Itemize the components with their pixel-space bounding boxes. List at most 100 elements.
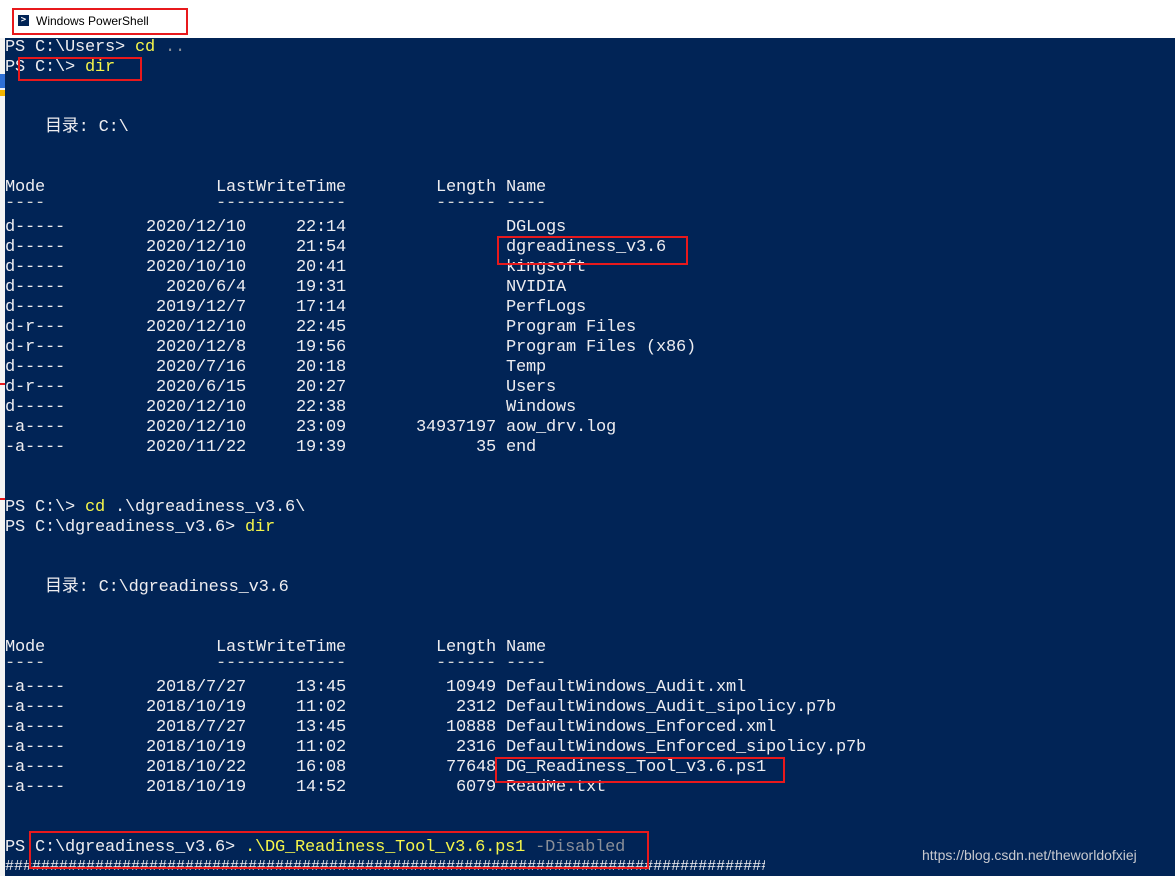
cell-mode: d-----: [5, 238, 66, 257]
cell-time: 20:41: [295, 258, 346, 277]
cell-mode: -a----: [5, 438, 66, 457]
listing-row: -a---- 2018/7/27 13:45 10888 DefaultWindows_…: [5, 718, 1005, 738]
command: dir: [85, 58, 116, 77]
cell-time: 19:56: [295, 338, 346, 357]
cell-name: DefaultWindows_Audit.xml: [506, 678, 747, 697]
cell-time: 21:54: [295, 238, 346, 257]
cell-mode: d-----: [5, 258, 66, 277]
cell-time: 11:02: [295, 698, 346, 717]
cell-length: 2316: [455, 738, 496, 757]
cell-time: 14:52: [295, 778, 346, 797]
cell-length: 10888: [445, 718, 496, 737]
title-bar[interactable]: > Windows PowerShell: [0, 0, 1175, 38]
cell-name: NVIDIA: [506, 278, 567, 297]
listing-row: -a---- 2020/12/10 23:09 34937197 aow_drv.log: [5, 418, 1005, 438]
cell-time: 16:08: [295, 758, 346, 777]
cell-date: 2018/10/22: [145, 758, 246, 777]
listing-row: d-r--- 2020/12/8 19:56 Program Files (x86): [5, 338, 1005, 358]
cell-time: 23:09: [295, 418, 346, 437]
command: cd: [85, 498, 106, 517]
cell-length: 35: [475, 438, 496, 457]
argument: ..: [155, 38, 186, 57]
cell-mode: d-----: [5, 298, 66, 317]
command: cd: [135, 38, 156, 57]
powershell-icon: >: [18, 15, 29, 26]
listing-row: d----- 2020/10/10 20:41 kingsoft: [5, 258, 1005, 278]
cell-mode: d-----: [5, 278, 66, 297]
command-line: PS C:\dgreadiness_v3.6> .\DG_Readiness_T…: [5, 838, 625, 858]
underline-name: ----: [506, 654, 547, 673]
prompt: PS C:\>: [5, 58, 86, 77]
cell-name: DefaultWindows_Enforced.xml: [506, 718, 777, 737]
cell-time: 19:39: [295, 438, 346, 457]
listing-row: d----- 2020/12/10 21:54 dgreadiness_v3.6: [5, 238, 1005, 258]
underline-length: ------: [436, 654, 497, 673]
cell-time: 22:38: [295, 398, 346, 417]
cell-length: 6079: [455, 778, 496, 797]
cell-length: 2312: [455, 698, 496, 717]
cell-date: 2020/12/10: [145, 238, 246, 257]
cell-time: 13:45: [295, 718, 346, 737]
listing-row: d----- 2020/12/10 22:38 Windows: [5, 398, 1005, 418]
cell-date: 2018/10/19: [145, 738, 246, 757]
cell-name: PerfLogs: [506, 298, 587, 317]
underline-length: ------: [436, 194, 497, 213]
cell-date: 2019/12/7: [155, 298, 246, 317]
cell-date: 2018/10/19: [145, 698, 246, 717]
argument: .\dgreadiness_v3.6\: [105, 498, 306, 517]
cell-date: 2020/12/10: [145, 398, 246, 417]
cell-name: ReadMe.txt: [506, 778, 607, 797]
cell-date: 2020/12/10: [145, 318, 246, 337]
listing-row: d-r--- 2020/12/10 22:45 Program Files: [5, 318, 1005, 338]
cell-name: Program Files (x86): [506, 338, 697, 357]
command-line: PS C:\> cd .\dgreadiness_v3.6\: [5, 498, 305, 518]
cell-name: kingsoft: [506, 258, 587, 277]
cell-time: 20:18: [295, 358, 346, 377]
command-line: PS C:\dgreadiness_v3.6> dir: [5, 518, 275, 538]
prompt: PS C:\dgreadiness_v3.6>: [5, 518, 246, 537]
cell-date: 2020/11/22: [145, 438, 246, 457]
cell-mode: d-r---: [5, 318, 66, 337]
argument: -Disabled: [525, 838, 626, 857]
progress-hash-line: ########################################…: [5, 858, 765, 875]
cell-mode: -a----: [5, 718, 66, 737]
cell-name: DGLogs: [506, 218, 567, 237]
cell-time: 20:27: [295, 378, 346, 397]
cell-name: end: [506, 438, 537, 457]
cell-time: 22:45: [295, 318, 346, 337]
underline-name: ----: [506, 194, 547, 213]
cell-length: 10949: [445, 678, 496, 697]
cell-mode: -a----: [5, 738, 66, 757]
cell-name: Users: [506, 378, 557, 397]
cell-name: Windows: [506, 398, 577, 417]
listing-row: -a---- 2020/11/22 19:39 35 end: [5, 438, 1005, 458]
cell-name: Temp: [506, 358, 547, 377]
header-underlines: ---- ------------- ------ ----: [5, 654, 1005, 674]
cell-time: 13:45: [295, 678, 346, 697]
command: dir: [245, 518, 276, 537]
cell-time: 22:14: [295, 218, 346, 237]
command-line: PS C:\Users> cd ..: [5, 38, 185, 58]
listing-row: d-r--- 2020/6/15 20:27 Users: [5, 378, 1005, 398]
cell-date: 2018/7/27: [155, 718, 246, 737]
console-output[interactable]: PS C:\Users> cd .. PS C:\> dir 目录: C:\ M…: [5, 38, 1175, 876]
listing-row: d----- 2019/12/7 17:14 PerfLogs: [5, 298, 1005, 318]
cell-name: aow_drv.log: [506, 418, 617, 437]
prompt: PS C:\>: [5, 498, 86, 517]
listing-row: d----- 2020/6/4 19:31 NVIDIA: [5, 278, 1005, 298]
listing-row: -a---- 2018/10/19 11:02 2316 DefaultWindows_…: [5, 738, 1005, 758]
cell-length: 77648: [445, 758, 496, 777]
listing-row: -a---- 2018/10/19 14:52 6079 ReadMe.txt: [5, 778, 1005, 798]
directory-label: 目录: C:\dgreadiness_v3.6: [5, 578, 289, 597]
watermark: https://blog.csdn.net/theworldofxiej: [922, 847, 1137, 863]
cell-mode: -a----: [5, 418, 66, 437]
cell-name: DefaultWindows_Enforced_sipolicy.p7b: [506, 738, 867, 757]
cell-date: 2020/12/10: [145, 218, 246, 237]
underline-lastwritetime: -------------: [216, 194, 347, 213]
prompt: PS C:\dgreadiness_v3.6>: [5, 838, 246, 857]
listing-row: d----- 2020/12/10 22:14 DGLogs: [5, 218, 1005, 238]
underline-mode: ----: [5, 194, 46, 213]
cell-mode: d-r---: [5, 338, 66, 357]
cell-date: 2018/7/27: [155, 678, 246, 697]
cell-name: Program Files: [506, 318, 637, 337]
